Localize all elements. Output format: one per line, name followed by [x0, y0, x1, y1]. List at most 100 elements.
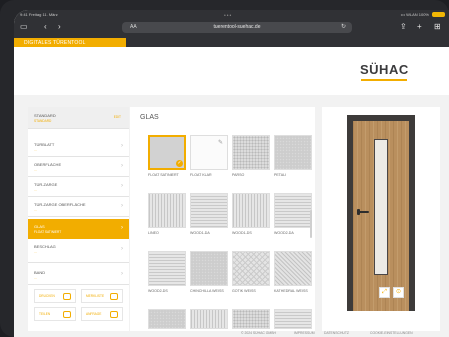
button-label: TEILEN: [39, 312, 51, 316]
glass-swatch-label: CHINCHILLA WEISS: [190, 289, 224, 293]
view-toggle-icon[interactable]: ⊙: [393, 287, 404, 298]
chevron-right-icon: ›: [121, 246, 123, 252]
tab-digitales-tuerentool[interactable]: DIGITALES TÜRENTOOL: [14, 38, 126, 47]
share-icon[interactable]: ⇪: [400, 23, 407, 31]
tab-title: DIGITALES TÜRENTOOL: [24, 40, 86, 46]
chevron-right-icon: ›: [121, 143, 123, 149]
print-icon: [63, 293, 71, 300]
sidebar-item-value: …: [34, 276, 38, 280]
sidebar-header-standard[interactable]: STANDARD STANDARD EDIT: [28, 107, 129, 129]
sidebar-item-glas[interactable]: GLAS FLOAT SATINIERT ›: [28, 219, 129, 239]
battery-icon: [432, 12, 445, 17]
glass-swatch[interactable]: [190, 309, 228, 329]
sidebar-item-label: BAND: [34, 270, 46, 275]
back-arrow-icon[interactable]: ‹: [44, 23, 47, 31]
glass-swatch-label: WOOD2-DS: [148, 289, 168, 293]
sidebar-item-band[interactable]: BAND … ›: [28, 265, 129, 285]
glass-swatch[interactable]: [232, 135, 270, 170]
inquiry-button[interactable]: ANFRAGE: [81, 307, 123, 321]
footer-link-impressum[interactable]: IMPRESSUM: [294, 331, 315, 335]
wishlist-button[interactable]: MERKLISTE: [81, 289, 123, 303]
reload-icon[interactable]: ↻: [341, 23, 346, 30]
configurator-sidebar: STANDARD STANDARD EDIT TÜRBLATT … › OBER…: [28, 107, 129, 331]
browser-toolbar: 9:41 Freitag 11. März ••• ••• WLAN 100% …: [14, 10, 449, 47]
sidebar-item-tuerblatt[interactable]: TÜRBLATT … ›: [28, 137, 129, 157]
chevron-right-icon: ›: [121, 225, 123, 231]
glass-swatch[interactable]: [148, 251, 186, 286]
glass-swatch[interactable]: [232, 251, 270, 286]
sidebar-item-oberflaeche[interactable]: OBERFLÄCHE … ›: [28, 157, 129, 177]
sidebar-item-label: TÜRBLATT: [34, 142, 55, 147]
sidebar-item-label: OBERFLÄCHE: [34, 162, 62, 167]
chevron-right-icon: ›: [121, 271, 123, 277]
site-header: SÜHAC: [14, 47, 449, 95]
sidebar-item-label: TÜR-ZARGE OBERFLÄCHE: [34, 202, 86, 207]
door-handle: [357, 211, 369, 213]
glass-swatch-label: PARSO: [232, 173, 245, 177]
sidebar-item-value: …: [34, 168, 38, 172]
glass-swatch[interactable]: [190, 251, 228, 286]
forward-arrow-icon[interactable]: ›: [58, 23, 61, 31]
sidebar-item-value: …: [34, 188, 38, 192]
share-config-button[interactable]: TEILEN: [34, 307, 76, 321]
screen: 9:41 Freitag 11. März ••• ••• WLAN 100% …: [14, 10, 449, 337]
glass-swatch[interactable]: [148, 193, 186, 228]
multitask-dots-icon[interactable]: •••: [224, 13, 232, 19]
sidebar-item-beschlag[interactable]: BESCHLAG … ›: [28, 239, 129, 263]
sidebar-item-value: FLOAT SATINIERT: [34, 230, 62, 234]
footer-link-cookies[interactable]: COOKIE-EINSTELLUNGEN: [370, 331, 413, 335]
glass-swatch[interactable]: ✓: [148, 135, 186, 170]
glass-swatch-label: FLOAT KLAR: [190, 173, 212, 177]
glass-swatch-label: WOOD1-DA: [190, 231, 210, 235]
sidebar-item-label: BESCHLAG: [34, 244, 56, 249]
brand-logo[interactable]: SÜHAC: [360, 62, 409, 77]
address-bar[interactable]: AA tuerentool-suehac.de ↻: [122, 22, 352, 33]
footer-copyright: © 2024 SÜHAC GMBH: [241, 331, 276, 335]
print-button[interactable]: DRUCKEN: [34, 289, 76, 303]
new-tab-plus-icon[interactable]: +: [417, 23, 422, 31]
panel-title: GLAS: [140, 114, 159, 121]
glass-swatch[interactable]: [232, 193, 270, 228]
status-time: 9:41 Freitag 11. März: [20, 12, 58, 17]
glass-swatch-label: LINEO: [148, 231, 159, 235]
button-label: ANFRAGE: [86, 312, 102, 316]
glass-swatch-label: KATHEDRAL WEISS: [274, 289, 308, 293]
glass-swatch-label: GOTIK WEISS: [232, 289, 256, 293]
glass-swatch[interactable]: [274, 193, 312, 228]
chevron-right-icon: ›: [121, 203, 123, 209]
sidebar-item-label: GLAS: [34, 224, 45, 229]
sidebar-item-zarge-oberflaeche[interactable]: TÜR-ZARGE OBERFLÄCHE … ›: [28, 197, 129, 217]
logo-accent-bar: [361, 79, 407, 81]
sidebar-item-value: …: [34, 208, 38, 212]
glass-swatch-label: WOOD1-DS: [232, 231, 252, 235]
sidebar-toggle-icon[interactable]: ▭: [20, 23, 28, 31]
tablet-frame: 9:41 Freitag 11. März ••• ••• WLAN 100% …: [0, 0, 449, 337]
status-signal: ••• WLAN 100%: [400, 12, 429, 17]
glass-swatch[interactable]: [190, 193, 228, 228]
site-footer: © 2024 SÜHAC GMBH IMPRESSUM DATENSCHUTZ …: [14, 331, 449, 337]
door-glass-insert: [374, 139, 388, 275]
tab-overview-icon[interactable]: ⊞: [434, 23, 441, 31]
glass-swatch[interactable]: [274, 309, 312, 329]
panel-scrollbar[interactable]: [310, 210, 312, 238]
sidebar-item-value: …: [34, 148, 38, 152]
glass-swatch-label: PETALI: [274, 173, 287, 177]
glass-swatch-label: FLOAT SATINIERT: [148, 173, 179, 177]
share-icon: [63, 311, 71, 318]
footer-link-datenschutz[interactable]: DATENSCHUTZ: [324, 331, 349, 335]
glass-swatch[interactable]: [148, 309, 186, 329]
chevron-right-icon: ›: [121, 183, 123, 189]
glass-swatch[interactable]: [232, 309, 270, 329]
glass-swatch-label: WOOD2-DA: [274, 231, 294, 235]
glass-swatch[interactable]: ✎: [190, 135, 228, 170]
heart-icon: [110, 293, 118, 300]
edit-link[interactable]: EDIT: [114, 115, 121, 119]
glass-options-panel: GLAS ✓ FLOAT SATINIERT ✎ FLOAT KLAR PARSO PET…: [130, 107, 315, 331]
door-preview: ⤢ ⊙: [322, 107, 440, 331]
sidebar-item-tuer-zarge[interactable]: TÜR-ZARGE … ›: [28, 177, 129, 197]
mail-icon: [110, 311, 118, 318]
glass-swatch[interactable]: [274, 135, 312, 170]
url-text: tuerentool-suehac.de: [213, 24, 261, 30]
glass-swatch[interactable]: [274, 251, 312, 286]
fullscreen-icon[interactable]: ⤢: [379, 287, 390, 298]
